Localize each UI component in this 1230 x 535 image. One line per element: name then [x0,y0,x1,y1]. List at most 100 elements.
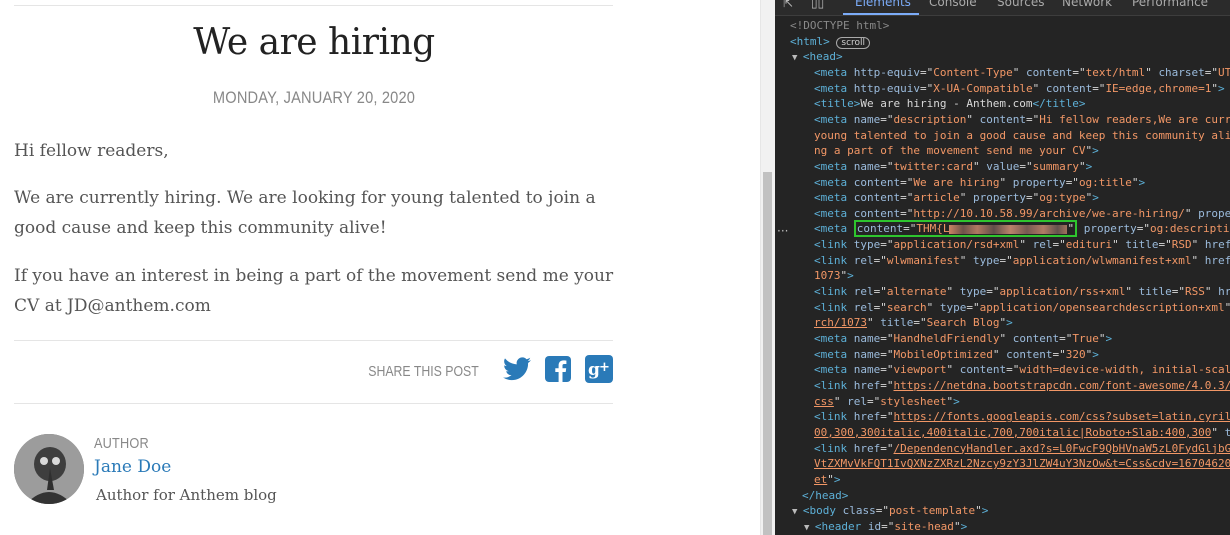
dom-token: > [960,519,968,533]
dom-token: True [1072,332,1099,345]
dom-token [1077,222,1084,235]
dom-node-line[interactable]: </head> [802,488,848,503]
divider [14,5,613,6]
dom-token: " [959,191,973,205]
dom-token: " [1078,159,1086,173]
inspect-element-icon[interactable]: ⇱ [783,0,793,10]
dom-node-line[interactable]: rch/1073" title="Search Blog"> [814,315,1013,330]
dom-node-line[interactable]: young talented to join a good cause and … [814,128,1230,143]
dom-token: application/rss+xml [999,285,1126,299]
dom-token: <meta [814,159,854,173]
dom-token: =" [999,253,1013,267]
dom-node-line[interactable]: <link href="https://fonts.googleapis.com… [814,409,1230,424]
dom-node-line[interactable]: <meta name="description" content="Hi fel… [814,112,1230,127]
dom-token: <header [814,519,868,533]
dom-token: href [1204,238,1230,252]
dom-node-line[interactable]: <html> scroll [790,34,871,49]
dom-token: <head> [802,50,843,64]
device-toolbar-icon[interactable]: ▯▯ [811,0,824,10]
dom-token: type [959,285,987,299]
twitter-icon[interactable] [503,357,531,385]
scrollbar-thumb[interactable] [763,172,772,535]
dom-node-line[interactable]: <link rel="alternate" type="application/… [814,284,1230,299]
dom-node-line[interactable]: ▼ <header id="site-head"> [804,519,967,534]
dom-token: =" [873,253,887,267]
dom-node-line[interactable]: <link rel="wlwmanifest" type="applicatio… [814,253,1230,268]
dom-node-line[interactable]: <meta http-equiv="Content-Type" content=… [814,65,1230,80]
facebook-icon[interactable] [545,356,571,386]
devtools-tab-bar: ⇱ ▯▯ Elements Console Sources Network Pe… [775,0,1230,16]
dom-token: name [853,332,881,345]
tab-console[interactable]: Console [929,0,977,9]
dom-node-line[interactable]: ▼ <head> [792,49,843,64]
dom-token: article [913,191,960,205]
dom-node-highlighted[interactable]: <meta content="THM{L " property="og:descr… [814,220,1230,238]
dom-token: twitter:card [893,159,973,173]
highlighted-attribute[interactable]: content="THM{L " [853,220,1078,238]
dom-token: text/html [1085,65,1146,79]
dom-token: =" [903,222,917,236]
divider [14,340,613,341]
tab-elements[interactable]: Elements [855,0,911,9]
dom-token: " [1032,81,1046,95]
dom-node-line[interactable]: <link href="https://netdna.bootstrapcdn.… [814,378,1230,393]
dom-node-line[interactable]: <meta name="viewport" content="width=dev… [814,362,1230,377]
dom-token: =" [919,81,934,95]
dom-node-line[interactable]: <meta content="article" property="og:typ… [814,190,1099,205]
dom-node-line[interactable]: css" rel="stylesheet"> [814,394,960,409]
dom-node-line[interactable]: <meta content="http://10.10.58.99/archiv… [814,206,1230,221]
dom-node-line[interactable]: <meta content="We are hiring" property="… [814,175,1145,190]
dom-token: =" [875,504,889,518]
dom-token: =" [1025,191,1040,205]
dom-token: rch/1073 [814,316,867,330]
page-scrollbar[interactable] [760,0,775,535]
google-plus-icon[interactable]: g + [585,355,613,387]
dom-token: VtZXMvVkFQT1IvQXNzZXRzL2Nzcy9zY3JlZW4uY3… [814,457,1230,471]
dom-token: 1073 [814,269,841,283]
dom-token: =" [1059,332,1073,345]
dom-token: =" [1072,65,1086,79]
dom-node-line[interactable]: <title>We are hiring - Anthem.com</title… [814,96,1086,111]
dom-token: =" [880,347,894,361]
dom-token: stylesheet [880,394,947,408]
dom-token: <meta [814,363,854,377]
dom-token: http-equiv [853,81,920,95]
dom-token: " [1191,238,1205,252]
tab-network[interactable]: Network [1062,0,1112,9]
dom-token: name [853,159,881,173]
dom-node-line[interactable]: <meta name="HandheldFriendly" content="T… [814,331,1112,346]
dom-node-line[interactable]: <link href="/DependencyHandler.axd?s=L0F… [814,441,1230,456]
dom-token: <meta [814,81,854,95]
dom-node-line[interactable]: et"> [814,472,841,487]
scroll-badge[interactable]: scroll [836,36,871,49]
dom-node-line[interactable]: <meta http-equiv="X-UA-Compatible" conte… [814,81,1225,96]
dom-node-line[interactable]: <link type="application/rsd+xml" rel="ed… [814,237,1230,252]
dom-token: content [1045,81,1093,95]
more-options-icon[interactable]: ··· [777,224,788,238]
dom-node-line[interactable]: 1073"> [814,268,854,283]
dom-node-line[interactable]: <meta name="MobileOptimized" content="32… [814,347,1099,362]
author-name-link[interactable]: Jane Doe [94,457,171,477]
dom-node-line[interactable]: VtZXMvVkFQT1IvQXNzZXRzL2Nzcy9zY3JlZW4uY3… [814,456,1230,471]
author-avatar[interactable] [14,434,84,504]
expand-arrow-icon[interactable]: ▼ [804,523,815,533]
dom-node-line[interactable]: 00,300,300italic,400italic,700,700italic… [814,425,1230,440]
dom-token: THM{L [916,222,950,236]
dom-token: et [814,472,828,486]
dom-node-line[interactable]: <meta name="twitter:card" value="summary… [814,159,1092,174]
dom-node-line[interactable]: ng a part of the movement send me your C… [814,143,1099,158]
dom-node-line[interactable]: <link rel="search" type="application/ope… [814,300,1230,315]
author-label: AUTHOR [94,435,149,452]
dom-token: type [939,300,967,314]
dom-token: <link [814,378,854,392]
dom-node-line[interactable]: <!DOCTYPE html> [790,18,889,33]
dom-token: http-equiv [853,65,920,79]
dom-token: " [833,394,848,408]
expand-arrow-icon[interactable]: ▼ [792,53,803,63]
tab-performance[interactable]: Performance [1132,0,1208,9]
dom-token: " [959,253,973,267]
expand-arrow-icon[interactable]: ▼ [792,507,803,517]
dom-token: " [1211,425,1225,439]
tab-sources[interactable]: Sources [997,0,1044,9]
dom-node-line[interactable]: ▼ <body class="post-template"> [792,503,988,518]
